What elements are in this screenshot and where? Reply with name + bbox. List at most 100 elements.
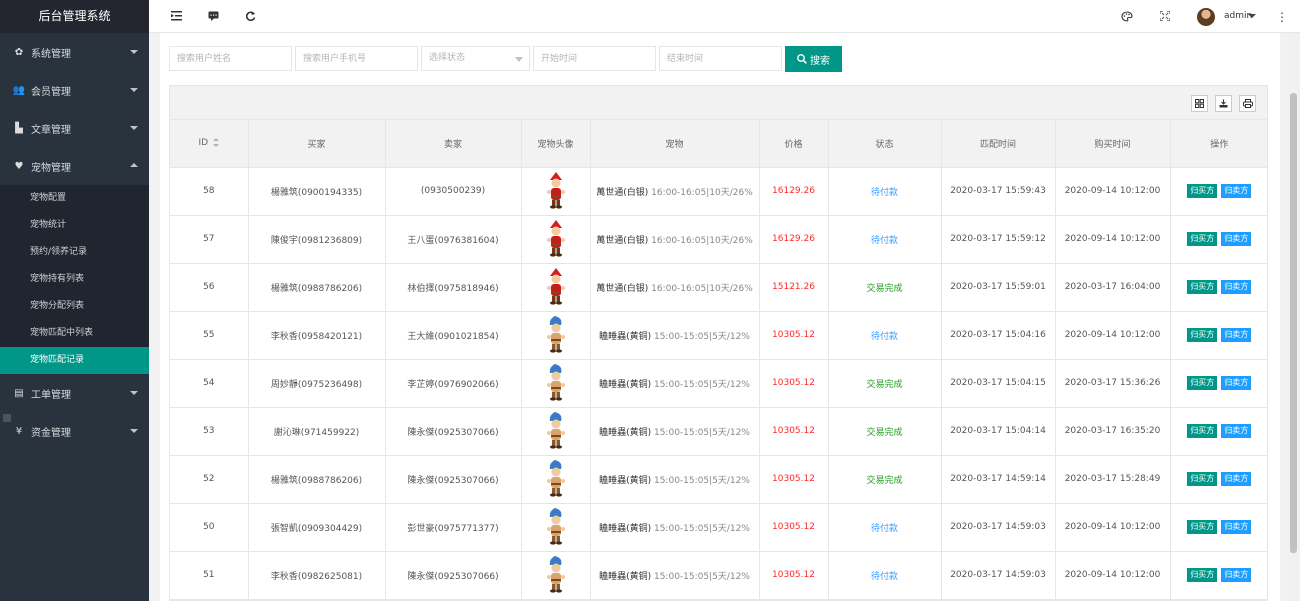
end-time-input[interactable]	[659, 46, 782, 71]
submenu-pet-config[interactable]: 宠物配置	[0, 185, 149, 212]
menu-tickets[interactable]: ▤ 工单管理	[0, 374, 149, 412]
avatar[interactable]	[1197, 8, 1215, 26]
cell-actions: 归买方 归卖方	[1170, 215, 1267, 264]
assign-buyer-button[interactable]: 归买方	[1187, 328, 1218, 342]
assign-seller-button[interactable]: 归卖方	[1221, 520, 1252, 534]
menu-system[interactable]: ✿ 系统管理	[0, 33, 149, 71]
assign-seller-button[interactable]: 归卖方	[1221, 232, 1252, 246]
theme-icon[interactable]	[1120, 9, 1134, 23]
pet-avatar-image	[543, 363, 569, 403]
assign-buyer-button[interactable]: 归买方	[1187, 232, 1218, 246]
pet-time: 16:00-16:05|10天/26%	[651, 235, 753, 246]
menu-fold-icon[interactable]	[169, 9, 183, 23]
col-id[interactable]: ID	[170, 120, 249, 168]
pet-avatar-image	[543, 171, 569, 211]
assign-seller-button[interactable]: 归卖方	[1221, 280, 1252, 294]
assign-seller-button[interactable]: 归卖方	[1221, 568, 1252, 582]
cell-buyer: 楊雅筑(0988786206)	[248, 263, 386, 312]
fullscreen-icon[interactable]	[1158, 9, 1172, 23]
cell-buy-time: 2020-09-14 10:12:00	[1055, 167, 1171, 216]
submenu-adoption-records[interactable]: 预约/领养记录	[0, 239, 149, 266]
cell-pet-avatar	[521, 551, 591, 600]
table-row: 51 李秋香(0982625081) 陳永傑(0925307066) 瞌睡蟲(黄铜) …	[170, 551, 1267, 600]
table-row: 50 張智凱(0909304429) 彭世豪(0975771377) 瞌睡蟲(黄铜) …	[170, 503, 1267, 552]
scrollbar-thumb[interactable]	[1290, 93, 1297, 553]
cell-match-time: 2020-03-17 14:59:03	[941, 551, 1056, 600]
submenu-pet-match-records[interactable]: 宠物匹配记录	[0, 347, 149, 374]
sort-icon[interactable]	[213, 138, 220, 148]
menu-articles[interactable]: ▙ 文章管理	[0, 109, 149, 147]
scrollbar[interactable]	[1287, 33, 1300, 601]
export-icon[interactable]	[1215, 95, 1232, 112]
pet-name: 瞌睡蟲(黄铜)	[599, 475, 652, 486]
menu-funds[interactable]: ¥ 资金管理	[0, 412, 149, 450]
cell-match-time: 2020-03-17 15:04:14	[941, 407, 1056, 456]
app-title: 后台管理系统	[0, 0, 149, 33]
chevron-down-icon	[130, 88, 138, 92]
message-icon[interactable]	[206, 9, 220, 23]
cell-actions: 归买方 归卖方	[1170, 167, 1267, 216]
assign-seller-button[interactable]: 归卖方	[1221, 472, 1252, 486]
sidebar: 后台管理系统 ✿ 系统管理 👥 会员管理 ▙ 文章管理 ♥ 宠物管理 宠物配置 …	[0, 0, 149, 601]
more-icon[interactable]: ⋮	[1276, 10, 1288, 24]
assign-buyer-button[interactable]: 归买方	[1187, 376, 1218, 390]
cell-price: 15121.26	[759, 263, 829, 312]
assign-buyer-button[interactable]: 归买方	[1187, 424, 1218, 438]
print-icon[interactable]	[1239, 95, 1256, 112]
chevron-down-icon	[130, 429, 138, 433]
price-value: 15121.26	[772, 282, 815, 292]
col-seller: 卖家	[385, 120, 522, 168]
pet-time: 15:00-15:05|5天/12%	[653, 523, 750, 534]
col-match-time: 匹配时间	[941, 120, 1056, 168]
search-button[interactable]: 搜索	[785, 46, 842, 72]
assign-buyer-button[interactable]: 归买方	[1187, 520, 1218, 534]
table-header-row: ID 买家 卖家 宠物头像 宠物 价格 状态 匹配时间 购买时间 操作	[170, 120, 1267, 168]
price-value: 10305.12	[772, 378, 815, 388]
col-actions: 操作	[1170, 120, 1267, 168]
col-buyer: 买家	[248, 120, 386, 168]
assign-buyer-button[interactable]: 归买方	[1187, 280, 1218, 294]
cell-buyer: 李秋香(0958420121)	[248, 311, 386, 360]
assign-buyer-button[interactable]: 归买方	[1187, 184, 1218, 198]
assign-seller-button[interactable]: 归卖方	[1221, 328, 1252, 342]
assign-seller-button[interactable]: 归卖方	[1221, 376, 1252, 390]
columns-icon[interactable]	[1191, 95, 1208, 112]
search-phone-input[interactable]	[295, 46, 418, 71]
assign-buyer-button[interactable]: 归买方	[1187, 568, 1218, 582]
cell-status: 待付款	[828, 503, 942, 552]
assign-seller-button[interactable]: 归卖方	[1221, 424, 1252, 438]
cell-seller: 彭世豪(0975771377)	[385, 503, 522, 552]
submenu-pet-holdings[interactable]: 宠物持有列表	[0, 266, 149, 293]
pet-name: 萬世通(白银)	[596, 187, 649, 198]
submenu-pet-allocation[interactable]: 宠物分配列表	[0, 293, 149, 320]
cell-buy-time: 2020-03-17 15:36:26	[1055, 359, 1171, 408]
search-button-label: 搜索	[810, 55, 830, 67]
status-select[interactable]: 选择状态	[421, 46, 530, 71]
pet-time: 15:00-15:05|5天/12%	[653, 475, 750, 486]
cell-id: 56	[170, 263, 249, 312]
cell-pet: 萬世通(白银) 16:00-16:05|10天/26%	[590, 263, 760, 312]
pet-avatar-image	[543, 219, 569, 259]
submenu-pet-stats[interactable]: 宠物统计	[0, 212, 149, 239]
assign-buyer-button[interactable]: 归买方	[1187, 472, 1218, 486]
table-row: 55 李秋香(0958420121) 王大維(0901021854) 瞌睡蟲(黄铜) …	[170, 311, 1267, 360]
cell-pet: 瞌睡蟲(黄铜) 15:00-15:05|5天/12%	[590, 311, 760, 360]
cell-status: 交易完成	[828, 359, 942, 408]
menu-members[interactable]: 👥 会员管理	[0, 71, 149, 109]
cell-price: 10305.12	[759, 551, 829, 600]
menu-pets[interactable]: ♥ 宠物管理	[0, 147, 149, 185]
cell-pet: 瞌睡蟲(黄铜) 15:00-15:05|5天/12%	[590, 551, 760, 600]
table-row: 54 周妙靜(0975236498) 李芷婷(0976902066) 瞌睡蟲(黄铜) …	[170, 359, 1267, 408]
price-value: 10305.12	[772, 330, 815, 340]
refresh-icon[interactable]	[243, 9, 257, 23]
status-text: 待付款	[870, 523, 898, 534]
cell-pet: 萬世通(白银) 16:00-16:05|10天/26%	[590, 167, 760, 216]
pet-time: 15:00-15:05|5天/12%	[653, 571, 750, 582]
assign-seller-button[interactable]: 归卖方	[1221, 184, 1252, 198]
cell-seller: 陳永傑(0925307066)	[385, 455, 522, 504]
chevron-down-icon[interactable]	[1248, 14, 1256, 18]
submenu-pet-matching[interactable]: 宠物匹配中列表	[0, 320, 149, 347]
status-select-placeholder: 选择状态	[429, 53, 466, 63]
start-time-input[interactable]	[533, 46, 656, 71]
search-username-input[interactable]	[169, 46, 292, 71]
